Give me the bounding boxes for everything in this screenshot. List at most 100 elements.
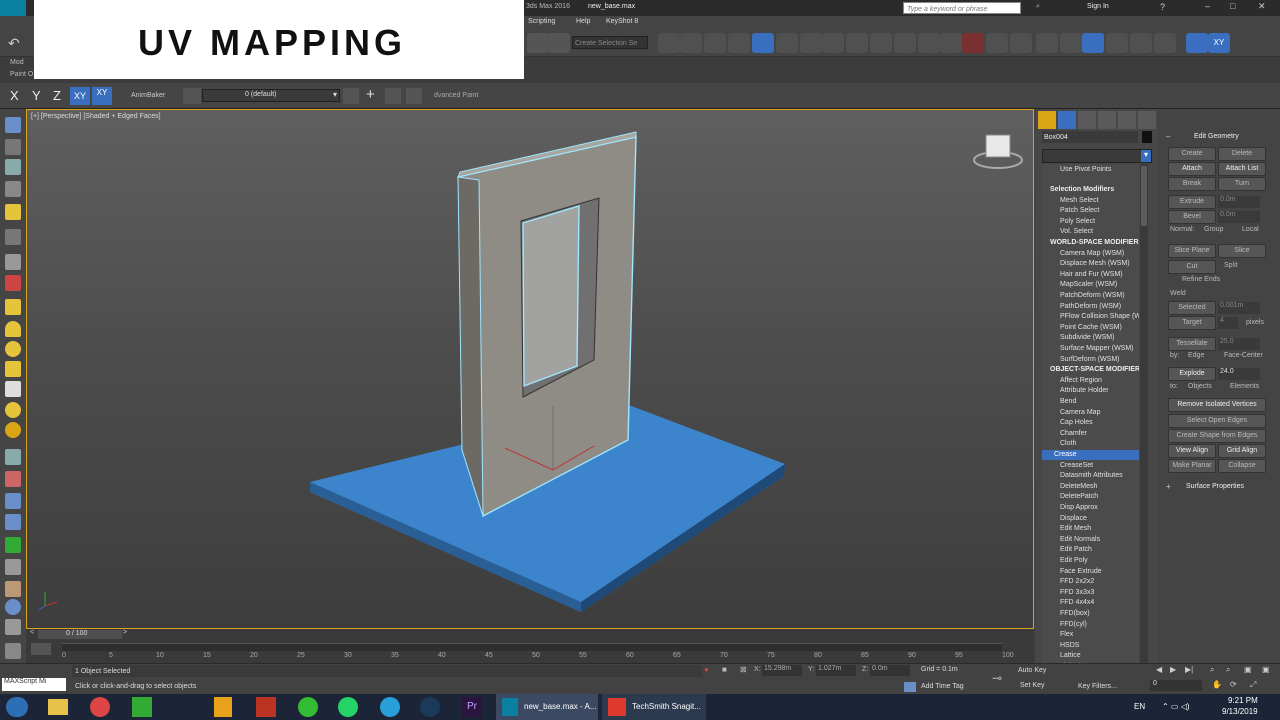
grid-align-button[interactable]: Grid Align — [1218, 444, 1266, 458]
tool-cone-icon[interactable] — [5, 361, 21, 377]
axis-y-button[interactable]: Y — [32, 88, 41, 103]
tool-helper-icon[interactable] — [5, 254, 21, 270]
object-color-swatch[interactable] — [1142, 131, 1152, 143]
layer-dropdown[interactable]: 0 (default) ▾ — [202, 89, 340, 102]
modifier-list-item[interactable]: Edit Normals — [1060, 535, 1100, 545]
maxscript-listener[interactable]: MAXScript Mi — [2, 678, 66, 691]
help-icon[interactable]: ? — [1160, 2, 1165, 12]
chrome-icon[interactable] — [90, 697, 110, 717]
search-icon[interactable]: ⌕ — [1036, 3, 1040, 11]
make-planar-button[interactable]: Make Planar — [1168, 459, 1216, 473]
menu-item-scripting[interactable]: Scripting — [528, 18, 555, 25]
tool-select-icon[interactable] — [5, 117, 21, 133]
cut-button[interactable]: Cut — [1168, 260, 1216, 274]
modifier-list-item[interactable]: Bend — [1060, 397, 1076, 407]
minimize-icon[interactable]: – — [1205, 1, 1210, 11]
pan-icon[interactable]: ✋ — [1212, 680, 1222, 689]
tool-paint-icon[interactable] — [5, 471, 21, 487]
modifier-list-item[interactable]: Displace — [1060, 514, 1087, 524]
sign-in-link[interactable]: Sign In — [1087, 3, 1109, 10]
tool-dome-icon[interactable] — [5, 321, 21, 337]
task-snagit[interactable]: TechSmith Snagit... — [602, 694, 706, 720]
tool-biped-icon[interactable] — [5, 493, 21, 509]
modifier-list-item[interactable]: FFD(cyl) — [1060, 620, 1087, 630]
face-center-radio[interactable]: Face-Center — [1224, 352, 1263, 359]
modifier-list-scrollbar[interactable] — [1140, 164, 1148, 672]
view-align-button[interactable]: View Align — [1168, 444, 1216, 458]
list-item-use-pivot[interactable]: Use Pivot Points — [1060, 165, 1111, 175]
modifier-list-item[interactable]: Attribute Holder — [1060, 386, 1109, 396]
layers-icon[interactable] — [183, 88, 201, 104]
current-frame-field[interactable]: 0 — [1150, 680, 1202, 691]
edit-named-sel-icon[interactable] — [1060, 33, 1082, 53]
key-icon[interactable]: ⊸ — [992, 671, 1002, 685]
zoom-icon[interactable]: ⌕ — [1210, 665, 1214, 675]
time-tag-icon[interactable] — [904, 682, 916, 692]
close-icon[interactable]: ✕ — [1258, 1, 1266, 12]
prev-frame-icon[interactable]: ◀ — [1156, 665, 1162, 674]
vray-icon[interactable] — [918, 33, 940, 53]
modifier-list-item[interactable]: DeletePatch — [1060, 492, 1098, 502]
modifier-list-item[interactable]: Hair and Fur (WSM) — [1060, 270, 1123, 280]
tool-frame-icon[interactable] — [5, 159, 21, 175]
percent-snap-icon[interactable] — [1010, 33, 1032, 53]
select-in-layer-icon[interactable] — [385, 88, 401, 104]
tool-plane-icon[interactable] — [5, 299, 21, 315]
delete-button[interactable]: Delete — [1218, 147, 1266, 161]
shield-icon[interactable] — [132, 697, 152, 717]
steam-icon[interactable] — [420, 697, 440, 717]
premiere-icon[interactable]: Pr — [462, 697, 482, 717]
bevel-button[interactable]: Bevel — [1168, 210, 1216, 224]
add-time-tag-button[interactable]: Add Time Tag — [921, 683, 964, 690]
modify-tab-icon[interactable] — [1058, 111, 1076, 129]
menu-item-keyshot[interactable]: KeyShot 8 — [606, 18, 638, 25]
layer-manager-icon[interactable] — [704, 33, 726, 53]
break-button[interactable]: Break — [1168, 177, 1216, 191]
new-layer-icon[interactable] — [343, 88, 359, 104]
attach-list-button[interactable]: Attach List — [1218, 162, 1266, 176]
remove-isolated-vertices-button[interactable]: Remove Isolated Vertices — [1168, 398, 1266, 412]
graph-editor-icon[interactable] — [752, 33, 774, 53]
slice-plane-button[interactable]: Slice Plane — [1168, 244, 1216, 258]
tool-gear-icon[interactable] — [5, 514, 21, 530]
snap-icon[interactable] — [962, 33, 984, 53]
create-tab-icon[interactable] — [1038, 111, 1056, 129]
axis-z-button[interactable]: Z — [53, 88, 61, 103]
modifier-list-item[interactable]: Crease — [1042, 450, 1139, 460]
teapot-icon[interactable] — [870, 33, 892, 53]
tool-bones-icon[interactable] — [5, 449, 21, 465]
modifier-list-item[interactable]: Edit Poly — [1060, 556, 1088, 566]
modifier-list-item[interactable]: CreaseSet — [1060, 461, 1093, 471]
whatsapp-icon[interactable] — [338, 697, 358, 717]
set-key-button[interactable]: Set Key — [1020, 682, 1045, 689]
weld-threshold-field[interactable]: 0.001m — [1218, 302, 1260, 314]
mirror-icon[interactable] — [658, 33, 680, 53]
modifier-list-item[interactable]: Vol. Select — [1060, 227, 1093, 237]
render-icon[interactable] — [846, 33, 868, 53]
app-icon-green[interactable] — [298, 697, 318, 717]
explode-angle-field[interactable]: 24.0 — [1218, 368, 1260, 380]
modifier-list-item[interactable]: FFD(box) — [1060, 609, 1090, 619]
viewport-perspective[interactable]: [+] [Perspective] [Shaded + Edged Faces] — [26, 109, 1034, 629]
modifier-list-item[interactable]: HSDS — [1060, 641, 1079, 651]
add-to-layer-icon[interactable]: + — [366, 86, 375, 103]
scene-explorer-icon[interactable] — [728, 33, 750, 53]
rendered-frame-icon[interactable] — [822, 33, 844, 53]
target-pixels-field[interactable]: 4 — [1218, 317, 1238, 329]
z-coord-field[interactable]: 0.0m — [870, 665, 910, 676]
turn-button[interactable]: Turn — [1218, 177, 1266, 191]
search-input[interactable]: Type a keyword or phrase — [903, 2, 1021, 14]
modifier-list-item[interactable]: Face Extrude — [1060, 567, 1102, 577]
modifier-list-dropdown[interactable]: ▾ — [1042, 149, 1152, 163]
modifier-list-item[interactable]: Cloth — [1060, 439, 1076, 449]
frame-buffer-icon[interactable] — [940, 33, 962, 53]
ribbon-tab-paint[interactable]: Paint O — [10, 71, 33, 78]
tray-icons[interactable]: ⌃ ▭ ◁) — [1162, 702, 1190, 711]
tool-sphere-icon[interactable] — [5, 341, 21, 357]
modifier-list-item[interactable]: FFD 2x2x2 — [1060, 577, 1094, 587]
mirror-tool-icon[interactable] — [1082, 33, 1104, 53]
modifier-list-item[interactable]: MapScaler (WSM) — [1060, 280, 1117, 290]
collapse-icon[interactable]: – — [1166, 132, 1170, 141]
play-icon[interactable]: ▶ — [1170, 665, 1176, 674]
viewcube-icon[interactable] — [985, 134, 1011, 158]
